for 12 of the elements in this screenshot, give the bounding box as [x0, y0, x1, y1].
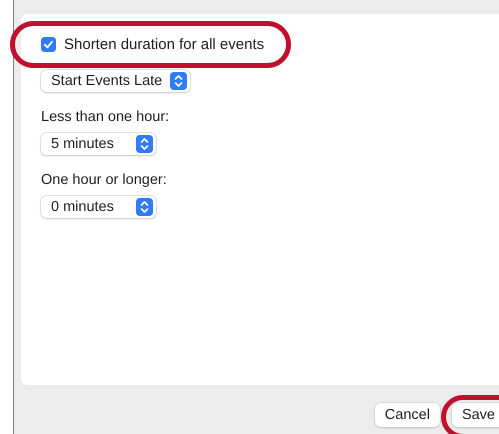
checkbox[interactable] — [41, 37, 56, 52]
dialog-button[interactable]: Cancel — [374, 402, 440, 426]
field-label: Less than one hour: — [41, 109, 170, 125]
minutes-dropdown[interactable]: 0 minutes — [41, 196, 156, 218]
stepper-icon — [136, 135, 153, 153]
checkmark-icon — [43, 39, 54, 50]
minutes-dropdown[interactable]: 5 minutes — [41, 133, 156, 155]
stepper-icon — [170, 72, 188, 90]
field-label: One hour or longer: — [41, 172, 167, 188]
stepper-icon — [136, 198, 153, 216]
mode-dropdown[interactable]: Start Events Late — [41, 70, 190, 92]
dialog-button[interactable]: Save — [452, 402, 499, 426]
